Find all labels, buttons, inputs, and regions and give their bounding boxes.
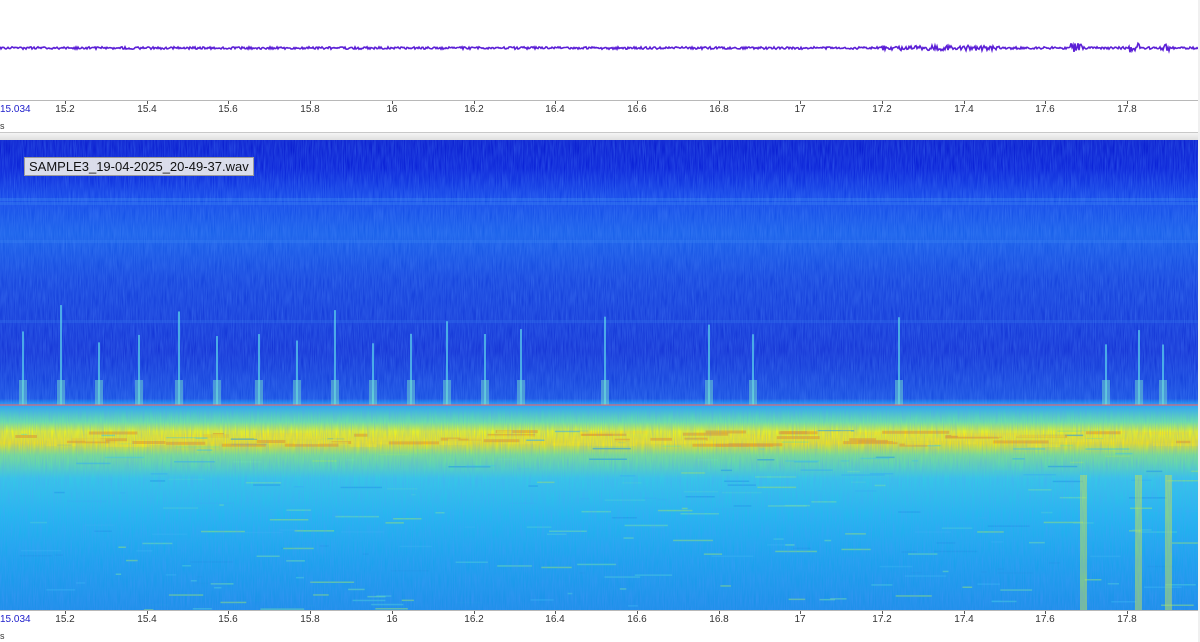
time-tick-label: 17.8 — [1117, 104, 1137, 115]
file-name-label: SAMPLE3_19-04-2025_20-49-37.wav — [24, 157, 254, 176]
time-tick-label: 16.2 — [464, 104, 484, 115]
time-tick-label: 17.6 — [1035, 614, 1055, 625]
time-tick-label: 17.4 — [954, 104, 974, 115]
time-tick-label: 17.4 — [954, 614, 974, 625]
spectrogram-panel[interactable]: SAMPLE3_19-04-2025_20-49-37.wav — [0, 140, 1198, 610]
time-tick-label: 16 — [386, 104, 398, 115]
time-tick-label: 16.6 — [627, 614, 647, 625]
time-tick-label: 16.4 — [545, 104, 565, 115]
spectrogram-image — [0, 140, 1198, 610]
time-tick-label: 16.8 — [709, 104, 729, 115]
time-tick-label: 16.4 — [545, 614, 565, 625]
time-tick-label: 15.8 — [300, 614, 320, 625]
time-tick-label: 16.6 — [627, 104, 647, 115]
time-tick-label: 15.6 — [218, 614, 238, 625]
time-tick-label: 17.6 — [1035, 104, 1055, 115]
time-axis-top[interactable]: 15.034 15.2 15.4 15.6 15.8 16 16.2 16.4 16.6 16.8… — [0, 100, 1198, 121]
time-unit-label-top: s — [0, 121, 5, 131]
time-axis-bottom[interactable]: 15.034 15.2 15.4 15.6 15.8 16 16.2 16.4 16.6 16.8… — [0, 610, 1198, 631]
time-tick-label: 16.8 — [709, 614, 729, 625]
time-tick-label: 15.2 — [55, 614, 75, 625]
time-tick-label-start: 15.034 — [0, 104, 31, 115]
time-tick-label: 15.6 — [218, 104, 238, 115]
waveform-panel[interactable] — [0, 0, 1199, 100]
audio-editor-view: 15.034 15.2 15.4 15.6 15.8 16 16.2 16.4 16.6 16.8… — [0, 0, 1200, 642]
time-tick-label: 17.8 — [1117, 614, 1137, 625]
time-tick-label: 17 — [794, 614, 806, 625]
time-tick-label: 16 — [386, 614, 398, 625]
time-tick-label: 17.2 — [872, 614, 892, 625]
time-unit-label-bottom: s — [0, 631, 5, 641]
time-tick-label: 17 — [794, 104, 806, 115]
time-tick-label: 15.4 — [137, 104, 157, 115]
time-tick-label: 15.2 — [55, 104, 75, 115]
time-tick-label-start: 15.034 — [0, 614, 31, 625]
time-tick-label: 15.8 — [300, 104, 320, 115]
time-tick-label: 16.2 — [464, 614, 484, 625]
waveform-trace — [0, 41, 1198, 54]
time-tick-label: 17.2 — [872, 104, 892, 115]
time-tick-label: 15.4 — [137, 614, 157, 625]
